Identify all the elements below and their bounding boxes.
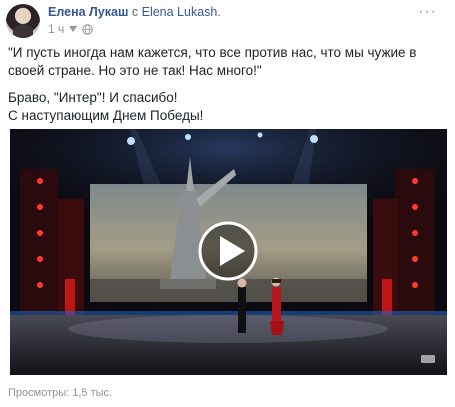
post-header: Елена Лукаш с Elena Lukash.	[48, 5, 221, 19]
video-frame	[10, 129, 447, 375]
post-meta: 1 ч	[48, 21, 93, 37]
with-word: с	[131, 5, 139, 19]
post-paragraph-quote: "И пусть иногда нам кажется, что все про…	[8, 45, 417, 78]
video-player[interactable]	[10, 129, 447, 375]
play-icon[interactable]	[198, 221, 258, 281]
chevron-down-icon	[69, 26, 78, 32]
post-timestamp[interactable]: 1 ч	[48, 21, 64, 37]
facebook-post: Елена Лукаш с Elena Lukash. 1 ч ··· "И п…	[0, 0, 455, 407]
tagged-user-link[interactable]: Elena Lukash	[142, 5, 218, 19]
post-line-bravo: Браво, "Интер"! И спасибо!	[8, 90, 178, 105]
avatar[interactable]	[6, 4, 40, 38]
ellipsis-icon[interactable]: ···	[418, 3, 437, 21]
author-name[interactable]: Елена Лукаш	[48, 5, 128, 19]
globe-icon[interactable]	[82, 23, 93, 35]
post-line-greeting: С наступающим Днем Победы!	[8, 108, 204, 123]
view-count: Просмотры: 1,5 тыс.	[8, 387, 113, 399]
post-text: "И пусть иногда нам кажется, что все про…	[8, 44, 448, 125]
